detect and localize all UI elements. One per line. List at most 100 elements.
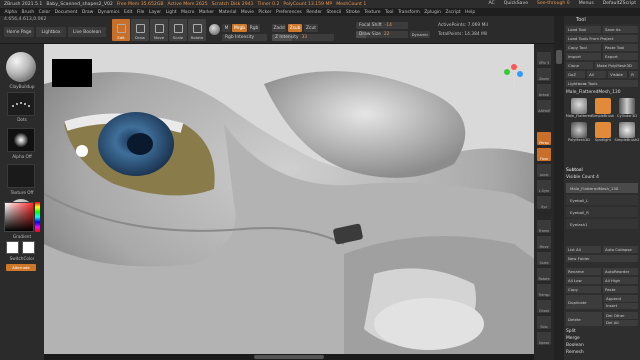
menu-transform[interactable]: Transform <box>398 10 420 15</box>
local-button[interactable]: Local <box>537 164 551 177</box>
menu-movie[interactable]: Movie <box>241 10 254 15</box>
tray-scrollbar[interactable] <box>554 16 564 360</box>
default-zscript-button[interactable]: DefaultZScript <box>603 1 636 6</box>
del-other-button[interactable]: Del Other <box>604 312 638 319</box>
duplicate-button[interactable]: Duplicate <box>566 295 602 309</box>
copy-button[interactable]: Copy <box>566 286 601 293</box>
tool-palette-title[interactable]: Tool <box>564 16 640 24</box>
draw-size-slider[interactable]: Draw Size 22 <box>356 31 408 38</box>
subtool-item[interactable]: Eyeball_L <box>566 195 638 205</box>
menu-stencil[interactable]: Stencil <box>326 10 341 15</box>
tool-thumb-cylinder[interactable]: Cylinder3D <box>616 98 638 120</box>
rotate-mode-button[interactable]: Rotate <box>188 19 206 41</box>
menu-macro[interactable]: Macro <box>181 10 194 15</box>
menu-texture[interactable]: Texture <box>364 10 380 15</box>
xyz-button[interactable]: Xyz <box>537 196 551 209</box>
make-polymesh-button[interactable]: Make PolyMesh3D <box>594 62 638 69</box>
new-folder-button[interactable]: New Folder <box>566 255 638 262</box>
frame-button[interactable]: Frame <box>537 220 551 233</box>
menu-light[interactable]: Light <box>166 10 177 15</box>
menu-zscript[interactable]: Zscript <box>445 10 460 15</box>
z-intensity-slider[interactable]: Z Intensity 33 <box>272 34 334 41</box>
tray-scroll-thumb[interactable] <box>556 50 562 64</box>
hue-strip[interactable] <box>35 202 40 232</box>
tool-thumb-male[interactable]: Male_Flattered <box>566 98 592 120</box>
menu-stroke[interactable]: Stroke <box>346 10 360 15</box>
menu-color[interactable]: Color <box>39 10 50 15</box>
floor-button[interactable]: Floor <box>537 148 551 161</box>
move-view-button[interactable]: Move <box>537 236 551 249</box>
menus-button[interactable]: Menus <box>579 1 594 6</box>
menu-document[interactable]: Document <box>55 10 78 15</box>
all-low-button[interactable]: All Low <box>566 277 601 284</box>
zsub-button[interactable]: Zsub <box>288 24 302 32</box>
all-high-button[interactable]: All High <box>603 277 638 284</box>
texture-thumbnail[interactable] <box>7 164 35 188</box>
transp-button[interactable]: Transp <box>537 284 551 297</box>
subtool-item[interactable]: Eyelash1 <box>566 219 638 229</box>
main-color-swatch[interactable] <box>6 241 19 254</box>
draw-mode-button[interactable]: Draw <box>131 19 149 41</box>
remesh-section[interactable]: Remesh <box>566 350 638 355</box>
paste-tool-button[interactable]: Paste Tool <box>603 44 638 51</box>
lightbox-tools-button[interactable]: Lightbox▸ Tools <box>566 80 638 87</box>
load-tool-button[interactable]: Load Tool <box>566 26 601 33</box>
horizontal-scroll-thumb[interactable] <box>254 355 324 359</box>
import-button[interactable]: Import <box>566 53 601 60</box>
delete-button[interactable]: Delete <box>566 312 602 326</box>
all-button[interactable]: All <box>587 71 607 78</box>
menu-picker[interactable]: Picker <box>258 10 271 15</box>
home-page-button[interactable]: Home Page <box>4 27 34 37</box>
save-as-button[interactable]: Save As <box>603 26 638 33</box>
menu-edit[interactable]: Edit <box>124 10 133 15</box>
merge-section[interactable]: Merge <box>566 336 638 341</box>
autoreorder-button[interactable]: AutoReorder <box>603 268 638 275</box>
tool-thumb-polymesh[interactable]: PolyMesh3D <box>568 122 590 144</box>
actual-button[interactable]: Actual <box>537 84 551 97</box>
viewport-canvas[interactable] <box>44 44 534 356</box>
del-all-button[interactable]: Del All <box>604 319 638 326</box>
scale-view-button[interactable]: Scale <box>537 252 551 265</box>
color-picker[interactable] <box>4 202 34 232</box>
solo-button[interactable]: Solo <box>537 316 551 329</box>
m-button[interactable]: M <box>222 24 231 32</box>
tool-thumb-spotlight[interactable]: Spotlight <box>592 122 614 144</box>
split-section[interactable]: Split <box>566 329 638 334</box>
alternate-button[interactable]: Alternate <box>6 264 36 271</box>
boolean-section[interactable]: Boolean <box>566 343 638 348</box>
menu-material[interactable]: Material <box>219 10 237 15</box>
see-through-slider[interactable]: See-through 0 <box>537 1 570 6</box>
secondary-color-swatch[interactable] <box>22 241 35 254</box>
rgb-intensity-slider[interactable]: Rgb Intensity <box>222 34 267 41</box>
material-sphere-icon[interactable] <box>209 24 220 35</box>
copy-tool-button[interactable]: Copy Tool <box>566 44 601 51</box>
load-from-project-button[interactable]: Load Tools From Project <box>566 35 638 42</box>
menu-preferences[interactable]: Preferences <box>276 10 302 15</box>
xpose-button[interactable]: Xpose <box>537 332 551 345</box>
zcut-button[interactable]: Zcut <box>304 24 318 32</box>
subtool-header[interactable]: Subtool <box>566 168 638 173</box>
move-mode-button[interactable]: Move <box>150 19 168 41</box>
switch-color-button[interactable]: SwitchColor <box>0 256 44 261</box>
insert-button[interactable]: Insert <box>604 302 638 309</box>
alpha-thumbnail[interactable] <box>7 128 35 152</box>
scale-mode-button[interactable]: Scale <box>169 19 187 41</box>
ghost-button[interactable]: Ghost <box>537 300 551 313</box>
rotate-view-button[interactable]: Rotate <box>537 268 551 281</box>
lsym-button[interactable]: L.Sym <box>537 180 551 193</box>
live-boolean-button[interactable]: Live Boolean <box>68 27 106 37</box>
clone-button[interactable]: Clone <box>566 62 593 69</box>
horizontal-scrollbar[interactable] <box>44 354 534 360</box>
quicksave-button[interactable]: QuickSave <box>504 1 528 6</box>
menu-render[interactable]: Render <box>306 10 322 15</box>
zadd-button[interactable]: Zadd <box>272 24 286 32</box>
rgb-button[interactable]: Rgb <box>248 24 260 32</box>
auto-collapse-button[interactable]: Auto Collapse <box>603 246 638 253</box>
menu-zplugin[interactable]: Zplugin <box>424 10 441 15</box>
mrgb-button[interactable]: Mrgb <box>232 24 247 32</box>
menu-dynamics[interactable]: Dynamics <box>98 10 120 15</box>
stroke-thumbnail[interactable] <box>7 92 35 116</box>
tool-thumb-simplebrush[interactable]: SimpleBrush <box>592 98 614 120</box>
edit-mode-button[interactable]: Edit <box>112 19 130 41</box>
menu-help[interactable]: Help <box>465 10 475 15</box>
